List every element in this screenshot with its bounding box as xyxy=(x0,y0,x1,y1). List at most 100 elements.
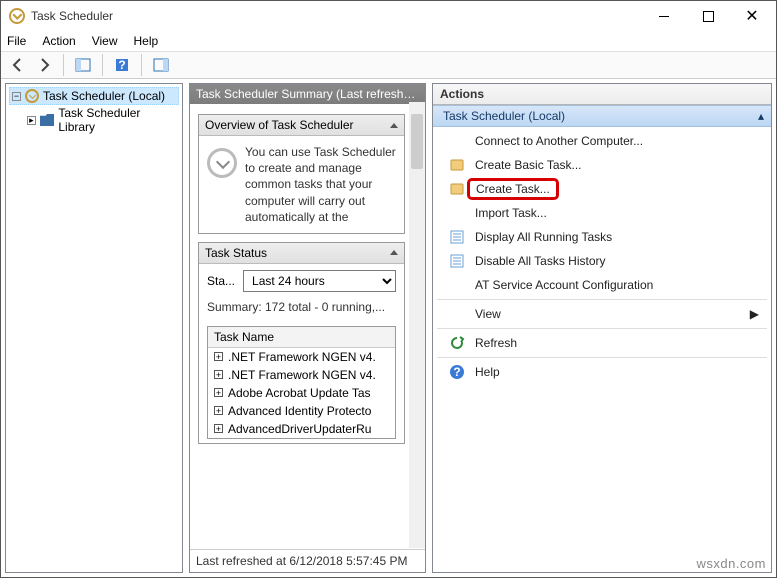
action-label: Connect to Another Computer... xyxy=(475,134,765,148)
toolbar: ? xyxy=(1,51,776,79)
expand-icon[interactable]: + xyxy=(214,406,223,415)
divider xyxy=(437,328,767,329)
menu-bar: File Action View Help xyxy=(1,31,776,51)
action-help[interactable]: ?Help xyxy=(433,360,771,384)
back-button[interactable] xyxy=(7,54,29,76)
action-disable-all-tasks-history[interactable]: Disable All Tasks History xyxy=(433,249,771,273)
expand-icon[interactable]: ▸ xyxy=(27,116,36,125)
tree-library[interactable]: ▸ Task Scheduler Library xyxy=(9,105,179,135)
none-icon xyxy=(449,306,465,322)
status-summary: Summary: 172 total - 0 running,... xyxy=(199,298,404,322)
separator xyxy=(63,54,64,76)
svg-text:?: ? xyxy=(453,365,460,379)
chevron-up-icon: ▴ xyxy=(758,109,764,123)
action-at-service-account-configuration[interactable]: AT Service Account Configuration xyxy=(433,273,771,297)
maximize-button[interactable] xyxy=(686,2,730,30)
task-row[interactable]: + .NET Framework NGEN v4. xyxy=(208,366,395,384)
task-row[interactable]: + Advanced Identity Protecto xyxy=(208,402,395,420)
status-card: Task Status Sta... Last 24 hours Summary… xyxy=(198,242,405,444)
task-list-body: + .NET Framework NGEN v4. + .NET Framework … xyxy=(208,348,395,438)
action-label: View xyxy=(475,307,740,321)
navigation-tree: − Task Scheduler (Local) ▸ Task Schedule… xyxy=(6,84,182,138)
overview-card: Overview of Task Scheduler You can use T… xyxy=(198,114,405,234)
tree-root[interactable]: − Task Scheduler (Local) xyxy=(9,87,179,105)
expand-icon[interactable]: + xyxy=(214,388,223,397)
task-row[interactable]: + .NET Framework NGEN v4. xyxy=(208,348,395,366)
task-name: Advanced Identity Protecto xyxy=(228,402,371,420)
status-bar: Last refreshed at 6/12/2018 5:57:45 PM xyxy=(190,549,425,572)
action-label: Disable All Tasks History xyxy=(475,254,765,268)
none-icon xyxy=(449,133,465,149)
task-name: .NET Framework NGEN v4. xyxy=(228,366,376,384)
none-icon xyxy=(449,277,465,293)
status-range-select[interactable]: Last 24 hours xyxy=(243,270,396,292)
clock-icon xyxy=(25,89,39,103)
menu-action[interactable]: Action xyxy=(42,34,75,48)
action-create-basic-task[interactable]: Create Basic Task... xyxy=(433,153,771,177)
action-label: Refresh xyxy=(475,336,765,350)
divider xyxy=(437,299,767,300)
chevron-right-icon: ▶ xyxy=(750,307,759,321)
actions-sub-label: Task Scheduler (Local) xyxy=(443,109,565,123)
close-button[interactable]: ✕ xyxy=(730,2,774,30)
task-name: AdvancedDriverUpdaterRu xyxy=(228,420,371,438)
console-tree-toggle[interactable] xyxy=(72,54,94,76)
action-refresh[interactable]: Refresh xyxy=(433,331,771,355)
expand-icon[interactable]: + xyxy=(214,424,223,433)
help-toolbar-button[interactable]: ? xyxy=(111,54,133,76)
watermark: wsxdn.com xyxy=(696,556,766,571)
basic-icon xyxy=(449,157,465,173)
collapse-icon[interactable]: − xyxy=(12,92,21,101)
separator xyxy=(141,54,142,76)
list-icon xyxy=(449,229,465,245)
status-title: Task Status xyxy=(205,246,267,260)
minimize-button[interactable] xyxy=(642,2,686,30)
basic-icon xyxy=(449,181,465,197)
task-list: Task Name + .NET Framework NGEN v4. + .NET … xyxy=(207,326,396,439)
action-label: AT Service Account Configuration xyxy=(475,278,765,292)
svg-text:?: ? xyxy=(118,58,125,72)
task-row[interactable]: + AdvancedDriverUpdaterRu xyxy=(208,420,395,438)
overview-text: You can use Task Scheduler to create and… xyxy=(245,144,396,225)
task-name: Adobe Acrobat Update Tas xyxy=(228,384,371,402)
action-pane-toggle[interactable] xyxy=(150,54,172,76)
window-controls: ✕ xyxy=(642,2,774,30)
overview-title: Overview of Task Scheduler xyxy=(205,118,354,132)
summary-panel: Task Scheduler Summary (Last refreshed: … xyxy=(189,83,426,573)
status-label: Sta... xyxy=(207,274,235,288)
task-name: .NET Framework NGEN v4. xyxy=(228,348,376,366)
actions-list: Connect to Another Computer... Create Bas… xyxy=(433,127,771,386)
action-import-task[interactable]: Import Task... xyxy=(433,201,771,225)
menu-help[interactable]: Help xyxy=(134,34,159,48)
action-create-task[interactable]: Create Task... xyxy=(433,177,771,201)
separator xyxy=(102,54,103,76)
summary-body: Overview of Task Scheduler You can use T… xyxy=(190,104,409,549)
tree-root-label: Task Scheduler (Local) xyxy=(43,89,165,103)
scrollbar-thumb[interactable] xyxy=(411,114,423,169)
none-icon xyxy=(449,205,465,221)
status-header[interactable]: Task Status xyxy=(199,243,404,264)
title-bar: Task Scheduler ✕ xyxy=(1,1,776,31)
action-display-all-running-tasks[interactable]: Display All Running Tasks xyxy=(433,225,771,249)
expand-icon[interactable]: + xyxy=(214,352,223,361)
task-row[interactable]: + Adobe Acrobat Update Tas xyxy=(208,384,395,402)
action-view[interactable]: View ▶ xyxy=(433,302,771,326)
clock-icon xyxy=(9,8,25,24)
menu-file[interactable]: File xyxy=(7,34,26,48)
tree-panel: − Task Scheduler (Local) ▸ Task Schedule… xyxy=(5,83,183,573)
expand-icon[interactable]: + xyxy=(214,370,223,379)
menu-view[interactable]: View xyxy=(92,34,118,48)
forward-button[interactable] xyxy=(33,54,55,76)
actions-subheading[interactable]: Task Scheduler (Local) ▴ xyxy=(433,105,771,127)
help-icon: ? xyxy=(449,364,465,380)
chevron-up-icon xyxy=(390,250,398,255)
action-connect-to-another-computer[interactable]: Connect to Another Computer... xyxy=(433,129,771,153)
tasklist-header[interactable]: Task Name xyxy=(208,327,395,348)
list-icon xyxy=(449,253,465,269)
main-area: − Task Scheduler (Local) ▸ Task Schedule… xyxy=(1,79,776,577)
overview-body: You can use Task Scheduler to create and… xyxy=(199,136,404,233)
actions-heading: Actions xyxy=(433,84,771,105)
overview-header[interactable]: Overview of Task Scheduler xyxy=(199,115,404,136)
chevron-up-icon xyxy=(390,123,398,128)
divider xyxy=(437,357,767,358)
